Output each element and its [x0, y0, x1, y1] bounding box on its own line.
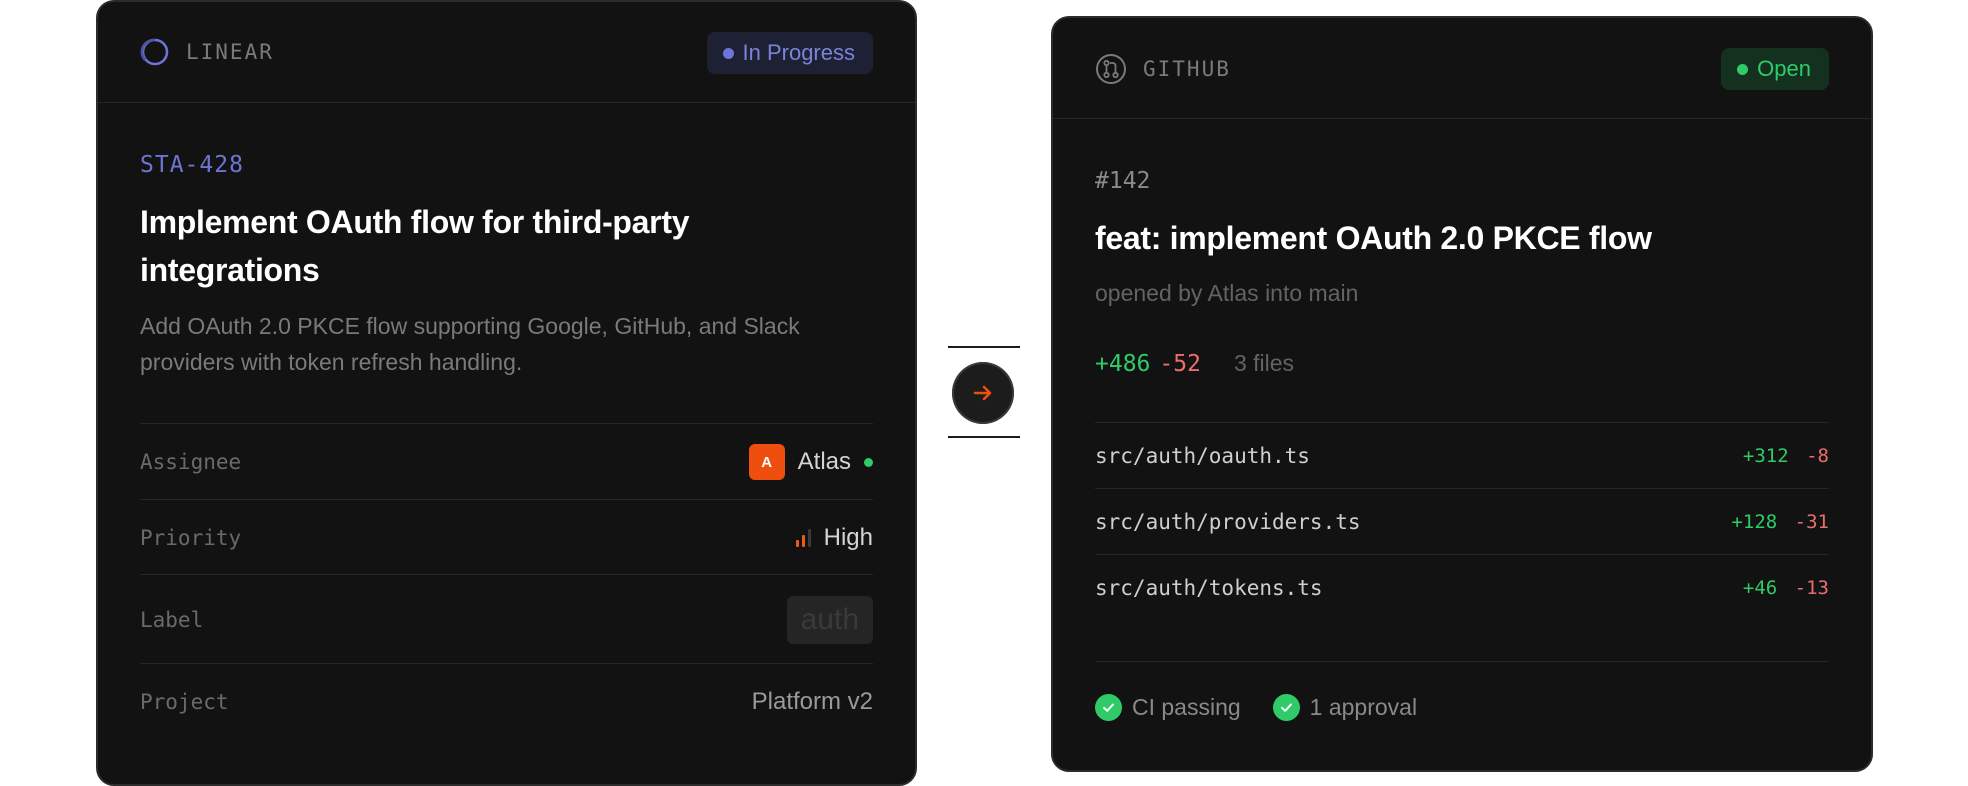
- check-circle-icon: [1272, 693, 1300, 721]
- file-additions: +312: [1742, 445, 1789, 467]
- signal-bars-icon: [795, 528, 814, 547]
- assignee-name: Atlas: [797, 448, 851, 475]
- total-additions: +486: [1095, 350, 1151, 377]
- file-diff-stats: +128 -31: [1731, 511, 1829, 533]
- file-path: src/auth/tokens.ts: [1095, 576, 1323, 600]
- priority-label: High: [823, 523, 873, 551]
- pull-request-icon: [1096, 54, 1126, 84]
- file-row[interactable]: src/auth/oauth.ts +312 -8: [1095, 422, 1829, 489]
- property-row-label[interactable]: Label auth: [140, 574, 873, 664]
- property-row-project[interactable]: Project Platform v2: [140, 663, 873, 740]
- project-value: Platform v2: [751, 688, 873, 715]
- linear-logo-icon: [140, 38, 169, 66]
- file-diff-stats: +46 -13: [1743, 577, 1829, 599]
- status-dot-icon: [722, 47, 734, 59]
- files-count: 3 files: [1233, 350, 1295, 376]
- file-deletions: -8: [1806, 445, 1829, 467]
- property-key: Priority: [140, 525, 242, 550]
- pr-subtitle: opened by Atlas into main: [1095, 280, 1359, 306]
- online-status-icon: [864, 457, 873, 467]
- file-additions: +128: [1731, 511, 1778, 533]
- issue-description: Add OAuth 2.0 PKCE flow supporting Googl…: [140, 313, 800, 375]
- property-row-priority[interactable]: Priority High: [140, 499, 873, 575]
- check-approval[interactable]: 1 approval: [1272, 693, 1418, 721]
- priority-value: High: [795, 523, 873, 552]
- linear-brand: LINEAR: [140, 37, 274, 67]
- pr-diff-stats: +486 -52 3 files: [1095, 350, 1294, 377]
- label-chip[interactable]: auth: [786, 595, 873, 644]
- status-label: In Progress: [742, 40, 856, 65]
- avatar: A: [748, 444, 785, 480]
- sync-arrow-button[interactable]: [952, 362, 1014, 424]
- github-card-header: GITHUB Open: [1053, 18, 1871, 119]
- linear-card-header: LINEAR In Progress: [98, 2, 915, 103]
- pr-title: feat: implement OAuth 2.0 PKCE flow: [1095, 220, 1652, 256]
- check-ci[interactable]: CI passing: [1095, 693, 1241, 721]
- check-circle-icon: [1095, 693, 1122, 721]
- property-key: Label: [140, 607, 204, 632]
- assignee-value: A Atlas: [748, 444, 873, 480]
- property-key: Assignee: [140, 450, 242, 474]
- arrow-right-icon: [973, 385, 992, 401]
- issue-id[interactable]: STA-428: [140, 152, 244, 178]
- check-label: 1 approval: [1309, 693, 1418, 720]
- file-row[interactable]: src/auth/tokens.ts +46 -13: [1095, 554, 1829, 621]
- linear-issue-card: LINEAR In Progress STA-428 Implement OAu…: [96, 0, 917, 786]
- file-additions: +46: [1742, 577, 1778, 599]
- property-row-assignee[interactable]: Assignee A Atlas: [140, 423, 873, 500]
- github-pr-card: GITHUB Open #142 feat: implement OAuth 2…: [1051, 16, 1873, 772]
- file-path: src/auth/oauth.ts: [1095, 444, 1310, 468]
- github-brand: GITHUB: [1095, 53, 1231, 85]
- total-deletions: -52: [1159, 350, 1201, 377]
- file-diff-stats: +312 -8: [1743, 445, 1829, 467]
- connector-line-bottom: [948, 436, 1020, 438]
- pr-number[interactable]: #142: [1095, 168, 1150, 194]
- file-deletions: -31: [1794, 511, 1829, 533]
- pr-checks: CI passing 1 approval: [1095, 661, 1829, 752]
- property-key: Project: [140, 690, 229, 714]
- github-brand-label: GITHUB: [1143, 57, 1231, 81]
- status-label: Open: [1757, 56, 1811, 81]
- status-badge-open[interactable]: Open: [1721, 48, 1829, 90]
- connector-line-top: [948, 346, 1020, 348]
- linear-brand-label: LINEAR: [186, 40, 274, 64]
- status-dot-icon: [1737, 63, 1749, 75]
- issue-title: Implement OAuth flow for third-party int…: [140, 204, 690, 288]
- status-badge-in-progress[interactable]: In Progress: [706, 32, 873, 74]
- sync-connector: [948, 346, 1020, 438]
- file-deletions: -13: [1794, 577, 1829, 599]
- file-path: src/auth/providers.ts: [1095, 510, 1361, 534]
- file-row[interactable]: src/auth/providers.ts +128 -31: [1095, 488, 1829, 555]
- check-label: CI passing: [1132, 693, 1241, 720]
